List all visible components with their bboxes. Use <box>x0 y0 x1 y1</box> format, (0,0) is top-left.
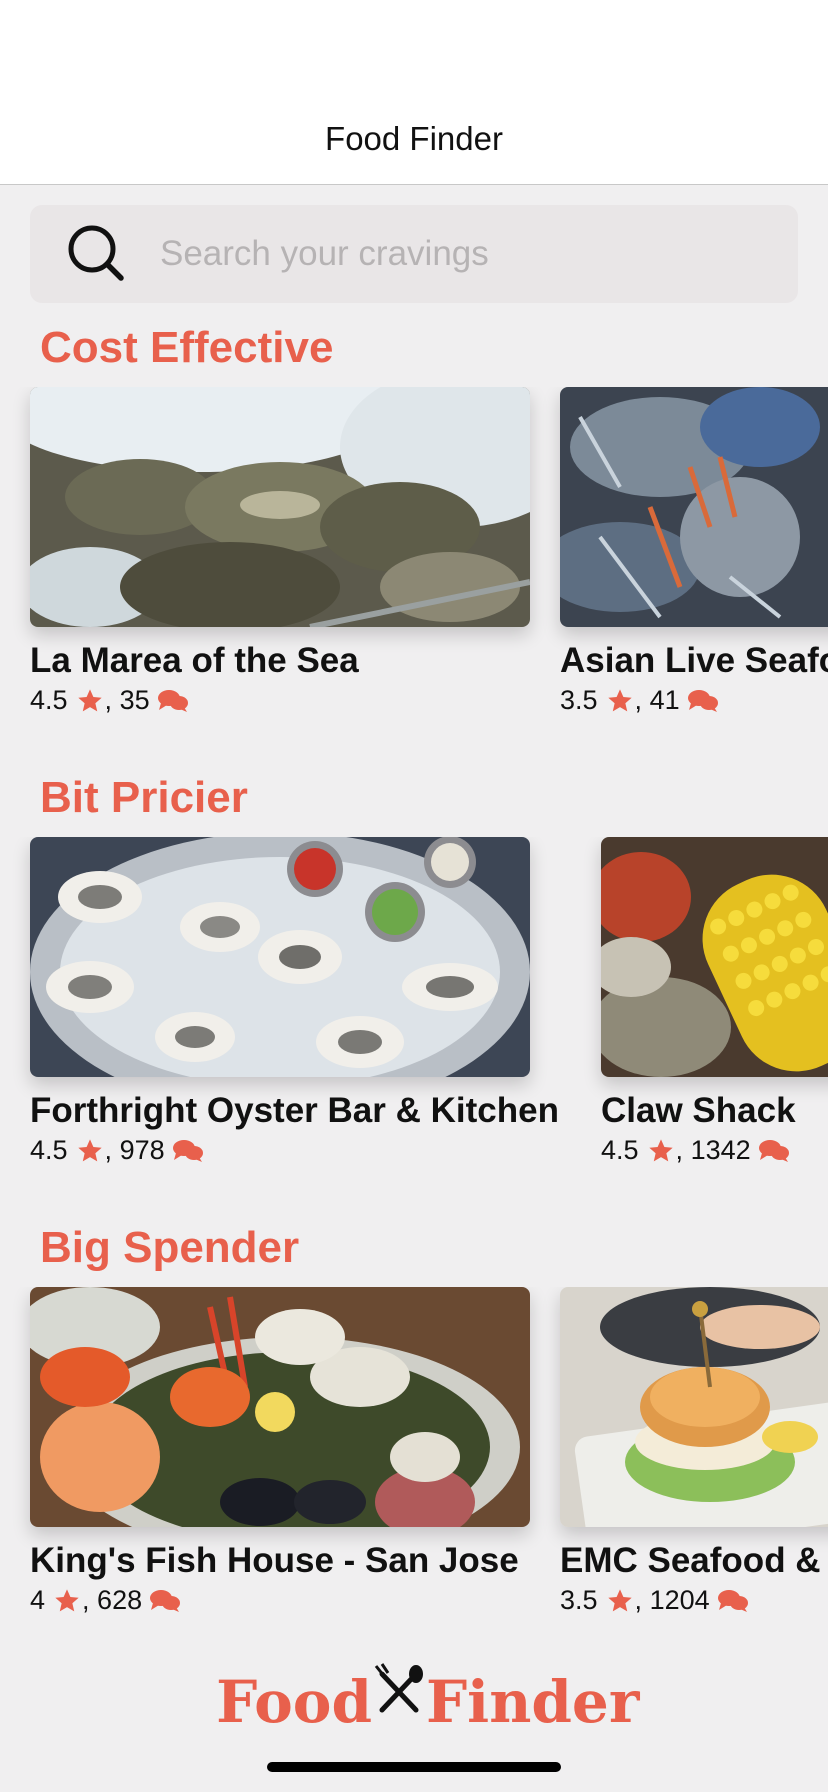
star-icon <box>648 1138 673 1161</box>
star-icon <box>77 1138 102 1161</box>
rating-value: 4.5 <box>30 685 68 715</box>
review-count: 978 <box>119 1135 165 1165</box>
restaurant-photo[interactable] <box>30 387 530 627</box>
rating-value: 4.5 <box>601 1135 639 1165</box>
comments-icon <box>717 1589 748 1612</box>
meta-separator: , <box>104 1135 120 1165</box>
restaurant-card[interactable]: Forthright Oyster Bar & Kitchen 4.5 , 97… <box>30 837 559 1166</box>
search-bar[interactable] <box>30 205 798 303</box>
comments-icon <box>687 689 718 712</box>
search-input[interactable] <box>160 229 760 279</box>
star-icon <box>77 688 102 711</box>
meta-separator: , <box>675 1135 691 1165</box>
meta-separator: , <box>82 1585 98 1615</box>
meta-separator: , <box>104 685 120 715</box>
restaurant-name[interactable]: King's Fish House - San Jose <box>30 1541 530 1581</box>
restaurant-photo[interactable] <box>601 837 828 1077</box>
restaurant-photo[interactable] <box>30 1287 530 1527</box>
logo-text-left: Food <box>216 1668 372 1736</box>
fork-spoon-icon <box>374 1663 423 1713</box>
meta-separator: , <box>634 1585 650 1615</box>
section-title-big-spender: Big Spender <box>40 1223 300 1272</box>
restaurant-carousel-cost-effective[interactable]: La Marea of the Sea 4.5 , 35 Asian Live … <box>0 387 828 717</box>
restaurant-name[interactable]: Claw Shack <box>601 1091 828 1131</box>
review-count: 1204 <box>649 1585 710 1615</box>
restaurant-photo[interactable] <box>560 387 828 627</box>
comments-icon <box>157 689 188 712</box>
star-icon <box>607 688 632 711</box>
home-indicator[interactable] <box>267 1762 561 1772</box>
navigation-bar: Food Finder <box>0 0 828 185</box>
review-count: 35 <box>119 685 150 715</box>
restaurant-carousel-big-spender[interactable]: King's Fish House - San Jose 4 , 628 EMC… <box>0 1287 828 1617</box>
restaurant-photo[interactable] <box>30 837 530 1077</box>
restaurant-meta: 4 , 628 <box>30 1585 530 1616</box>
restaurant-name[interactable]: Asian Live Seafood <box>560 641 828 681</box>
restaurant-card[interactable]: Claw Shack 4.5 , 1342 <box>601 837 828 1166</box>
rating-value: 3.5 <box>560 1585 598 1615</box>
restaurant-carousel-bit-pricier[interactable]: Forthright Oyster Bar & Kitchen 4.5 , 97… <box>0 837 828 1167</box>
review-count: 1342 <box>690 1135 751 1165</box>
restaurant-card[interactable]: EMC Seafood & 3.5 , 1204 <box>560 1287 828 1616</box>
restaurant-card[interactable]: La Marea of the Sea 4.5 , 35 <box>30 387 530 716</box>
review-count: 41 <box>649 685 680 715</box>
section-title-bit-pricier: Bit Pricier <box>40 773 248 822</box>
comments-icon <box>758 1139 789 1162</box>
rating-value: 4 <box>30 1585 46 1615</box>
section-title-cost-effective: Cost Effective <box>40 323 334 372</box>
comments-icon <box>150 1589 181 1612</box>
footer-logo: Food Finder <box>0 1660 828 1740</box>
rating-value: 3.5 <box>560 685 598 715</box>
restaurant-photo[interactable] <box>560 1287 828 1527</box>
rating-value: 4.5 <box>30 1135 68 1165</box>
star-icon <box>607 1588 632 1611</box>
restaurant-meta: 3.5 , 1204 <box>560 1585 828 1616</box>
search-icon <box>68 225 124 281</box>
restaurant-card[interactable]: King's Fish House - San Jose 4 , 628 <box>30 1287 530 1616</box>
restaurant-name[interactable]: EMC Seafood & <box>560 1541 828 1581</box>
review-count: 628 <box>97 1585 143 1615</box>
comments-icon <box>172 1139 203 1162</box>
restaurant-meta: 4.5 , 1342 <box>601 1135 828 1166</box>
restaurant-card[interactable]: Asian Live Seafood 3.5 , 41 <box>560 387 828 716</box>
star-icon <box>55 1588 79 1611</box>
restaurant-name[interactable]: Forthright Oyster Bar & Kitchen <box>30 1091 559 1131</box>
restaurant-meta: 4.5 , 35 <box>30 685 530 716</box>
logo-text-right: Finder <box>426 1668 641 1736</box>
restaurant-meta: 3.5 , 41 <box>560 685 828 716</box>
restaurant-name[interactable]: La Marea of the Sea <box>30 641 530 681</box>
restaurant-meta: 4.5 , 978 <box>30 1135 559 1166</box>
meta-separator: , <box>634 685 650 715</box>
page-title: Food Finder <box>325 120 503 157</box>
